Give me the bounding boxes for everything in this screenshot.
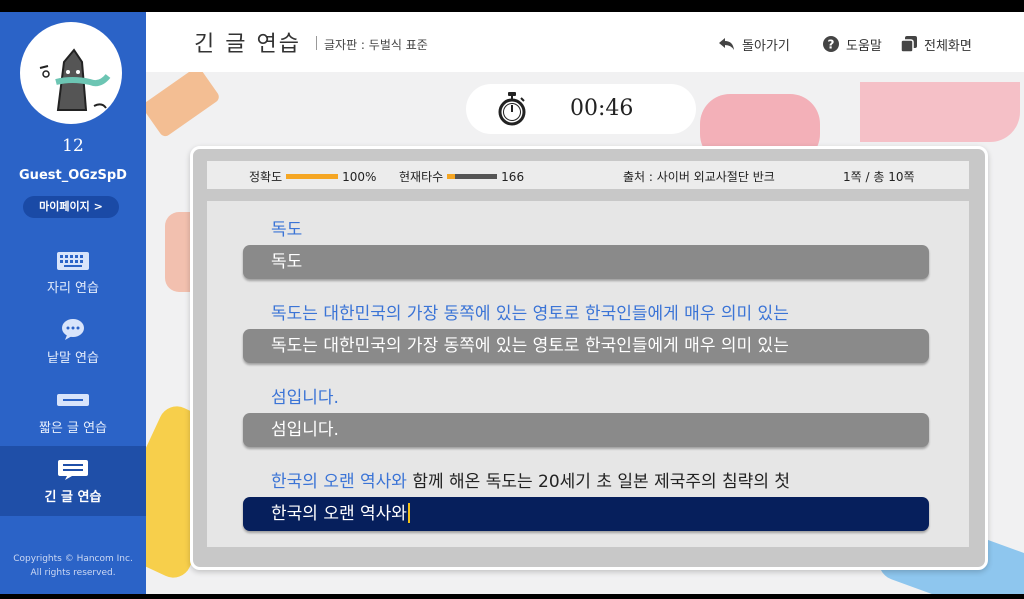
background-shape — [140, 65, 222, 139]
copyright: Copyrights © Hancom Inc. All rights rese… — [0, 552, 146, 580]
reference-typed: 독도 — [271, 220, 303, 240]
nav-item-label: 자리 연습 — [47, 281, 99, 296]
typing-input-line[interactable]: 독도는 대한민국의 가장 동쪽에 있는 영토로 한국인들에게 매우 의미 있는 — [243, 329, 929, 363]
page-title: 긴 글 연습 — [194, 32, 301, 57]
divider — [316, 36, 317, 50]
avatar[interactable] — [20, 22, 122, 124]
svg-text:?: ? — [828, 38, 835, 52]
speed-bar-marker — [447, 174, 456, 179]
speed-value: 166 — [501, 169, 525, 184]
reference-typed: 섬입니다. — [271, 388, 339, 408]
accuracy-bar-fill — [286, 174, 339, 179]
nav-item-label: 짧은 글 연습 — [38, 421, 108, 436]
sidebar: 12 Guest_OGzSpD 마이페이지 > 자리 연습 낱말 연습 짧은 글… — [0, 12, 146, 594]
fullscreen-icon — [900, 36, 917, 53]
nav-item-label: 낱말 연습 — [47, 351, 99, 366]
top-bar: 긴 글 연습 글자판 : 두벌식 표준 돌아가기 ? 도움말 전체화면 — [146, 12, 1024, 72]
fullscreen-button[interactable]: 전체화면 — [900, 34, 972, 54]
help-label: 도움말 — [846, 38, 882, 54]
mypage-button[interactable]: 마이페이지 > — [23, 196, 119, 218]
back-button[interactable]: 돌아가기 — [718, 34, 790, 54]
nav-item-long-text[interactable]: 긴 글 연습 — [0, 446, 146, 516]
speed-bar — [447, 174, 498, 179]
background-shape — [860, 82, 1020, 142]
typing-input-active[interactable]: 한국의 오랜 역사와 — [243, 497, 929, 531]
avatar-character-icon — [39, 48, 111, 111]
back-arrow-icon — [719, 38, 734, 50]
speed-stat: 현재타수 166 — [399, 168, 524, 185]
reference-typed: 한국의 오랜 역사와 — [271, 472, 407, 492]
speed-label: 현재타수 — [399, 170, 444, 184]
nav-item-short-text[interactable]: 짧은 글 연습 — [0, 384, 146, 454]
reference-typed: 독도는 대한민국의 가장 동쪽에 있는 영토로 한국인들에게 매우 의미 있는 — [271, 304, 789, 324]
app-window: 12 Guest_OGzSpD 마이페이지 > 자리 연습 낱말 연습 짧은 글… — [0, 12, 1024, 594]
reference-line: 독도는 대한민국의 가장 동쪽에 있는 영토로 한국인들에게 매우 의미 있는 — [271, 299, 789, 324]
source-label: 출처 : 사이버 외교사절단 반크 — [623, 170, 775, 184]
reference-line: 한국의 오랜 역사와 함께 해온 독도는 20세기 초 일본 제국주의 침략의 … — [271, 467, 790, 492]
typing-lines: 독도 독도 독도는 대한민국의 가장 동쪽에 있는 영토로 한국인들에게 매우 … — [207, 201, 969, 547]
timer-value: 00:46 — [570, 96, 634, 121]
help-button[interactable]: ? 도움말 — [822, 34, 882, 54]
keyboard-icon — [57, 252, 89, 270]
speech-bubble-icon — [62, 319, 84, 340]
long-text-icon — [58, 460, 88, 480]
accuracy-value: 100% — [342, 169, 377, 184]
keyboard-layout-label: 글자판 : 두벌식 표준 — [324, 38, 428, 52]
accuracy-bar — [286, 174, 339, 179]
typing-input-line[interactable]: 독도 — [243, 245, 929, 279]
stats-bar: 정확도 100% 현재타수 166 출처 : 사이버 외교사절단 반크 1쪽 /… — [207, 161, 969, 189]
nav-item-label: 긴 글 연습 — [44, 490, 102, 505]
reference-remaining: 함께 해온 독도는 20세기 초 일본 제국주의 침략의 첫 — [406, 472, 791, 492]
reference-line: 섬입니다. — [271, 383, 339, 408]
copyright-line: All rights reserved. — [30, 568, 116, 578]
back-label: 돌아가기 — [742, 38, 790, 54]
user-level: 12 — [62, 136, 84, 156]
accuracy-stat: 정확도 100% — [249, 168, 376, 185]
stopwatch-icon — [498, 92, 526, 126]
copyright-line: Copyrights © Hancom Inc. — [13, 554, 133, 564]
page-indicator: 1쪽 / 총 10쪽 — [843, 170, 915, 184]
fullscreen-label: 전체화면 — [924, 38, 972, 54]
nav-item-word-practice[interactable]: 낱말 연습 — [0, 314, 146, 384]
practice-panel: 정확도 100% 현재타수 166 출처 : 사이버 외교사절단 반크 1쪽 /… — [190, 146, 988, 570]
help-icon: ? — [823, 36, 839, 52]
timer: 00:46 — [466, 84, 696, 134]
username: Guest_OGzSpD — [19, 168, 127, 183]
short-text-icon — [57, 394, 89, 406]
accuracy-label: 정확도 — [249, 170, 283, 184]
nav-item-key-position[interactable]: 자리 연습 — [0, 244, 146, 314]
typing-input-line[interactable]: 섬입니다. — [243, 413, 929, 447]
text-caret — [407, 503, 410, 523]
reference-line: 독도 — [271, 215, 302, 240]
typed-text: 한국의 오랜 역사와 — [271, 504, 407, 524]
